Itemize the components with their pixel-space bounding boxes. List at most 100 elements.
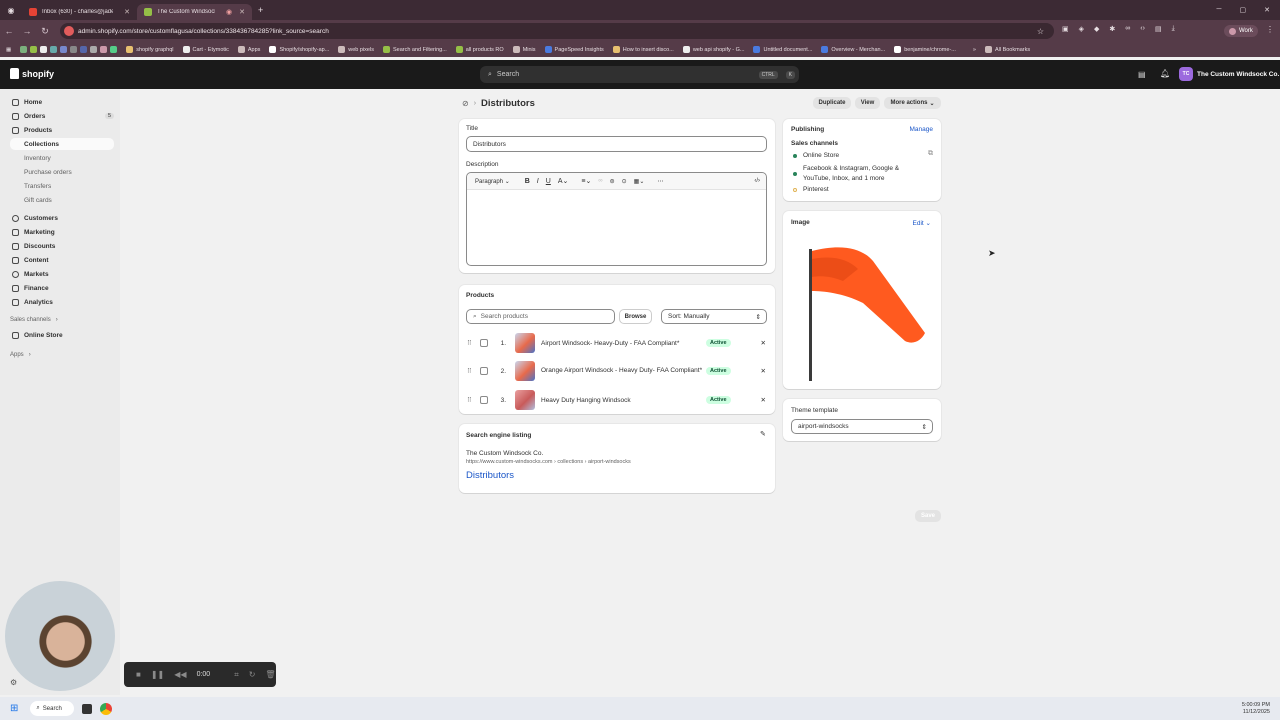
drag-handle-icon[interactable]: ⠿ [467, 339, 477, 347]
draw-icon[interactable]: ⌗ [234, 670, 239, 680]
sidebar-item-content[interactable]: Content [10, 254, 114, 266]
browser-tab-shopify[interactable]: The Custom Windsock Co. ◉ ✕ [137, 3, 252, 20]
settings-gear-icon[interactable]: ⚙ [10, 678, 17, 687]
bookmark-item[interactable]: Cart - Etymotic [182, 46, 229, 53]
sidebar-item-marketing[interactable]: Marketing [10, 226, 114, 238]
maximize-icon[interactable]: ▢ [1240, 6, 1247, 14]
product-row[interactable]: ⠿ 3. Heavy Duty Hanging Windsock Active … [459, 386, 775, 414]
description-editor[interactable]: Paragraph ⌄ B I U A⌄ ≡⌄ ∞ ⊜ ⊙ ▦⌄ ⋯ ‹/› [466, 172, 767, 266]
media-icon[interactable]: ⊜ [610, 178, 615, 185]
chrome-icon[interactable] [100, 702, 113, 715]
sidebar-item-customers[interactable]: Customers [10, 212, 114, 224]
format-select[interactable]: Paragraph ⌄ [475, 178, 510, 185]
close-icon[interactable]: ✕ [239, 8, 245, 16]
more-icon[interactable]: ⋯ [657, 178, 663, 185]
sidebar-item-collections[interactable]: Collections [10, 138, 114, 150]
edit-image-button[interactable]: Edit ⌄ [913, 219, 931, 227]
bookmark-item[interactable]: web pixels [338, 46, 374, 53]
sidebar-item-online-store[interactable]: Online Store [10, 329, 114, 341]
sidebar-item-purchase-orders[interactable]: Purchase orders [10, 166, 114, 178]
browser-tab-gmail[interactable]: Inbox (630) - charles@jadepur… ✕ [22, 4, 137, 20]
forward-icon[interactable]: → [18, 26, 36, 36]
text-color-icon[interactable]: A⌄ [558, 177, 569, 185]
duplicate-button[interactable]: Duplicate [813, 97, 851, 109]
shopify-logo[interactable]: shopify [10, 68, 54, 79]
bookmark-item[interactable]: shopify graphql [126, 46, 174, 53]
sidebar-item-inventory[interactable]: Inventory [10, 152, 114, 164]
sort-select[interactable]: Sort: Manually ⇕ [661, 309, 767, 324]
underline-icon[interactable]: U [546, 178, 551, 185]
bookmark-item[interactable]: Shopify/shopify-ap... [269, 46, 329, 53]
bookmark-item[interactable]: benjamine/chrome-... [894, 46, 956, 53]
sidebar-section-apps[interactable]: Apps › [10, 349, 114, 361]
sidebar-item-home[interactable]: Home [10, 96, 114, 108]
bookmark-item[interactable]: How to insert disco... [612, 46, 674, 53]
bookmark-icon-shortcuts[interactable] [20, 46, 118, 53]
product-name[interactable]: Heavy Duty Hanging Windsock [541, 397, 706, 404]
store-menu[interactable]: TC The Custom Windsock Co. [1179, 67, 1279, 81]
drag-handle-icon[interactable]: ⠿ [467, 367, 477, 375]
theme-template-select[interactable]: airport-windsocks ⇕ [791, 419, 933, 434]
puzzle-icon[interactable]: ✱ [1109, 25, 1115, 33]
sidebar-item-markets[interactable]: Markets [10, 268, 114, 280]
bookmark-item[interactable]: Untitled document... [753, 46, 812, 53]
align-icon[interactable]: ≡⌄ [581, 177, 591, 185]
product-name[interactable]: Orange Airport Windsock - Heavy Duty- FA… [541, 366, 706, 376]
site-info-icon[interactable] [64, 26, 74, 36]
bookmark-item[interactable]: Search and Filtering... [382, 46, 447, 53]
all-bookmarks[interactable]: All Bookmarks [984, 46, 1030, 53]
code-view-icon[interactable]: ‹/› [754, 178, 760, 184]
sidebar-item-discounts[interactable]: Discounts [10, 240, 114, 252]
product-name[interactable]: Airport Windsock- Heavy-Duty - FAA Compl… [541, 340, 706, 347]
browse-button[interactable]: Browse [619, 309, 652, 324]
sidebar-item-products[interactable]: Products [10, 124, 114, 136]
remove-icon[interactable]: ✕ [761, 396, 766, 404]
bookmark-star-icon[interactable]: ☆ [1037, 27, 1044, 36]
bookmark-item[interactable]: PageSpeed Insights [544, 46, 604, 53]
extension-icon[interactable]: ◈ [1079, 25, 1084, 33]
edit-pencil-icon[interactable]: ✎ [760, 430, 766, 438]
bookmark-item[interactable]: web api shopify - G... [682, 46, 744, 53]
apps-grid-icon[interactable]: ▦ [6, 47, 11, 53]
drag-handle-icon[interactable]: ⠿ [467, 396, 477, 404]
sidebar-item-finance[interactable]: Finance [10, 282, 114, 294]
sidebar-item-transfers[interactable]: Transfers [10, 180, 114, 192]
close-icon[interactable]: ✕ [124, 8, 130, 16]
restart-icon[interactable]: ↻ [249, 670, 256, 679]
video-icon[interactable]: ⊙ [622, 178, 627, 185]
rewind-icon[interactable]: ◀◀ [174, 670, 186, 679]
bookmark-item[interactable]: Minis [512, 46, 536, 53]
collection-image[interactable] [803, 241, 933, 383]
taskview-icon[interactable] [82, 703, 93, 714]
store-icon[interactable]: ▤ [1138, 70, 1146, 79]
bookmark-item[interactable]: Overview - Merchan... [821, 46, 885, 53]
copy-icon[interactable]: ⧉ [928, 150, 933, 158]
pause-icon[interactable]: ❚❚ [151, 670, 164, 679]
browser-menu-icon[interactable]: ⋮ [1266, 25, 1274, 34]
stop-icon[interactable]: ■ [136, 670, 141, 679]
code-icon[interactable]: ‹› [1140, 25, 1145, 33]
download-icon[interactable]: ⤓ [1172, 25, 1175, 33]
windows-start-icon[interactable]: ⊞ [10, 703, 18, 714]
table-icon[interactable]: ▦⌄ [634, 178, 645, 185]
new-tab-button[interactable]: + [258, 5, 263, 15]
profile-button[interactable]: Work [1224, 25, 1258, 37]
taskbar-search[interactable]: ⌕ Search [30, 701, 75, 716]
more-actions-button[interactable]: More actions ⌄ [884, 97, 941, 109]
view-button[interactable]: View [855, 97, 880, 109]
search-products-input[interactable]: ⌕ Search products [466, 309, 615, 324]
minimize-icon[interactable]: ─ [1217, 6, 1222, 14]
bold-icon[interactable]: B [525, 178, 530, 185]
product-checkbox[interactable] [480, 396, 488, 404]
bookmark-item[interactable]: all products RO [455, 46, 504, 53]
chevron-right-icon[interactable]: » [973, 47, 976, 53]
sidebar-item-analytics[interactable]: Analytics [10, 296, 114, 308]
delete-icon[interactable]: 🗑︎ [265, 670, 275, 679]
window-close-icon[interactable]: ✕ [1264, 6, 1270, 14]
back-icon[interactable]: ← [0, 26, 18, 36]
link-icon[interactable]: ∞ [1125, 25, 1130, 33]
notification-bell-icon[interactable]: 🔔︎ [1160, 69, 1170, 78]
extension-icon[interactable]: ▣ [1062, 25, 1069, 33]
search-input[interactable]: ⌕ Search CTRL K [480, 66, 799, 83]
reload-icon[interactable]: ↻ [36, 26, 54, 37]
